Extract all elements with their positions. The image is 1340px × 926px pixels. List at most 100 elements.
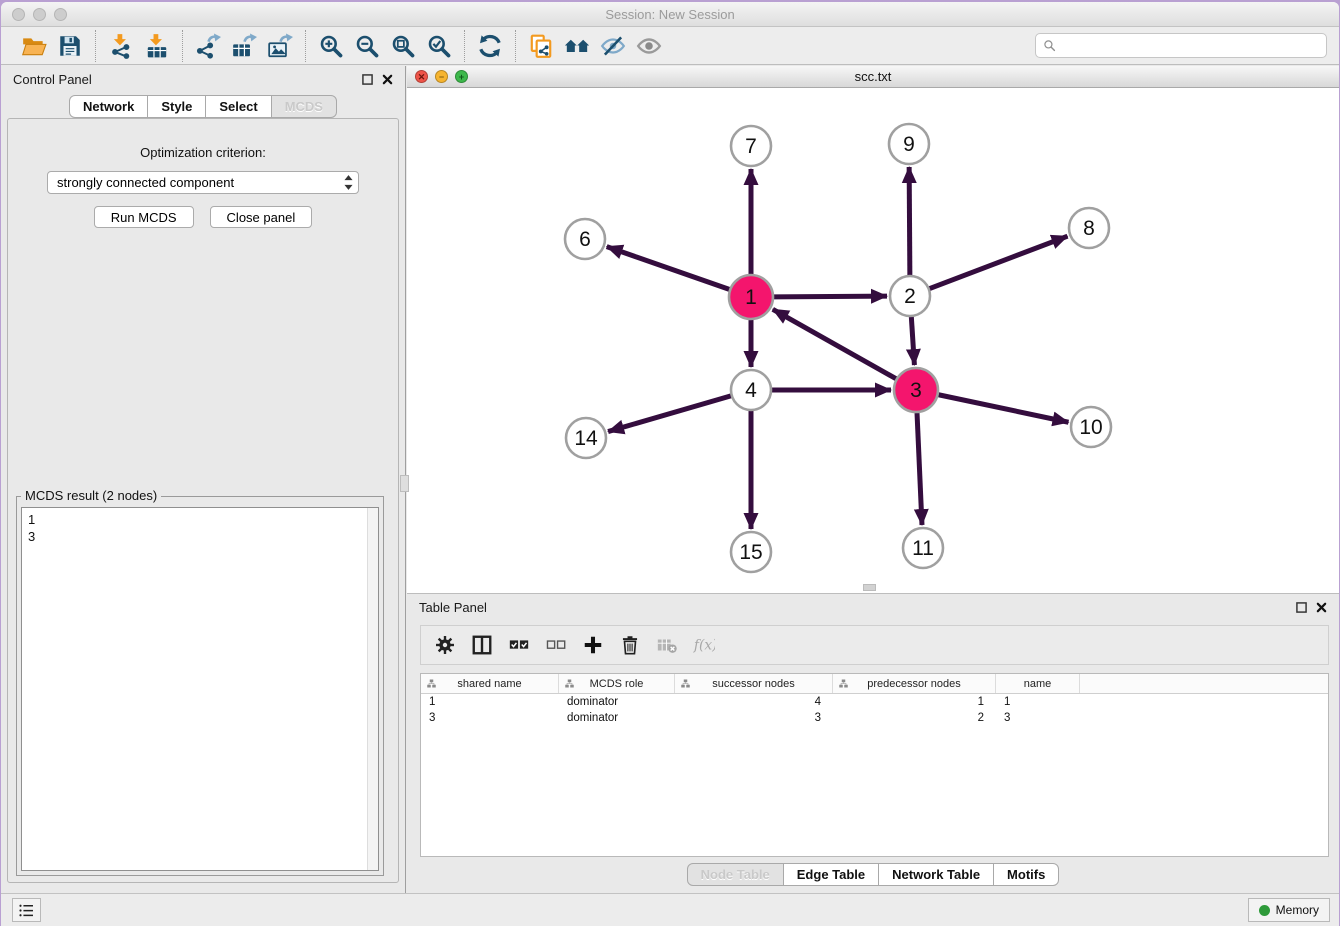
column-label: MCDS role [590, 678, 644, 690]
network-maximize-icon[interactable]: + [455, 70, 468, 83]
tab-style[interactable]: Style [147, 95, 206, 118]
graph-node-15[interactable]: 15 [731, 532, 771, 572]
column-header-mcds-role[interactable]: MCDS role [559, 674, 675, 693]
tab-network[interactable]: Network [69, 95, 148, 118]
zoom-fit-button[interactable] [387, 31, 419, 61]
minimize-window-icon[interactable] [33, 8, 46, 21]
table-cell: 4 [675, 694, 833, 710]
graph-node-10[interactable]: 10 [1071, 407, 1111, 447]
graph-node-7[interactable]: 7 [731, 126, 771, 166]
tab-select[interactable]: Select [205, 95, 271, 118]
graph-edge-3-1[interactable] [773, 309, 896, 378]
zoom-out-icon [354, 33, 380, 59]
task-history-button[interactable] [12, 898, 41, 922]
graph-edge-1-6[interactable] [607, 247, 730, 290]
graph-node-9[interactable]: 9 [889, 124, 929, 164]
close-table-panel-icon[interactable] [1316, 602, 1327, 613]
close-window-icon[interactable] [12, 8, 25, 21]
column-header-predecessor-nodes[interactable]: predecessor nodes [833, 674, 996, 693]
graph-node-14[interactable]: 14 [566, 418, 606, 458]
add-column-button[interactable] [578, 629, 608, 661]
tree-icon [427, 678, 436, 689]
export-image-button[interactable] [264, 31, 296, 61]
export-network-button[interactable] [192, 31, 224, 61]
toolbar-group [95, 30, 182, 62]
column-label: shared name [457, 678, 521, 690]
search-box[interactable] [1035, 33, 1327, 58]
clone-network-button[interactable] [525, 31, 557, 61]
svg-text:1: 1 [745, 286, 757, 309]
search-icon [1043, 39, 1056, 52]
node-table[interactable]: shared name MCDS role successor nodes prede… [420, 673, 1329, 857]
graph-edge-1-2[interactable] [774, 296, 887, 297]
graph-node-2[interactable]: 2 [890, 276, 930, 316]
close-panel-icon[interactable] [382, 74, 393, 85]
graph-node-3[interactable]: 3 [894, 368, 938, 412]
control-panel: Control Panel NetworkStyleSelectMCDS Opt… [1, 66, 406, 893]
table-tab-motifs[interactable]: Motifs [993, 863, 1059, 886]
svg-text:4: 4 [745, 379, 757, 402]
graph-edge-4-14[interactable] [608, 396, 731, 432]
graph-edge-2-8[interactable] [930, 236, 1068, 288]
graph-edge-3-11[interactable] [917, 413, 922, 525]
graph-node-6[interactable]: 6 [565, 219, 605, 259]
network-canvas[interactable]: 7961284314101511 [407, 88, 1339, 593]
network-close-icon[interactable]: ✕ [415, 70, 428, 83]
import-network-button[interactable] [105, 31, 137, 61]
table-tab-network-table[interactable]: Network Table [878, 863, 994, 886]
vertical-splitter-grip[interactable] [400, 475, 409, 492]
network-minimize-icon[interactable]: − [435, 70, 448, 83]
close-panel-button[interactable]: Close panel [210, 206, 313, 228]
table-row[interactable]: 1dominator411 [421, 694, 1328, 710]
column-header-successor-nodes[interactable]: successor nodes [675, 674, 833, 693]
graph-node-1[interactable]: 1 [729, 275, 773, 319]
search-input[interactable] [1061, 38, 1319, 53]
zoom-selected-button[interactable] [423, 31, 455, 61]
zoom-selected-icon [426, 33, 452, 59]
save-session-button[interactable] [54, 31, 86, 61]
graph-edge-2-3[interactable] [911, 317, 914, 365]
mcds-result-lines: 13 [28, 511, 372, 545]
table-cell: 1 [421, 694, 559, 710]
column-label: successor nodes [712, 678, 795, 690]
delete-column-button[interactable] [615, 629, 645, 661]
search-area [1035, 33, 1331, 58]
open-session-button[interactable] [18, 31, 50, 61]
float-table-panel-icon[interactable] [1296, 602, 1307, 613]
select-all-rows-button[interactable] [504, 629, 534, 661]
deselect-all-rows-button[interactable] [541, 629, 571, 661]
first-neighbors-button[interactable] [561, 31, 593, 61]
memory-button[interactable]: Memory [1248, 898, 1330, 922]
column-header-name[interactable]: name [996, 674, 1080, 693]
show-columns-button[interactable] [467, 629, 497, 661]
zoom-out-button[interactable] [351, 31, 383, 61]
zoom-in-button[interactable] [315, 31, 347, 61]
graph-node-11[interactable]: 11 [903, 528, 943, 568]
node-table-body: 1dominator4113dominator323 [421, 694, 1328, 726]
tab-mcds[interactable]: MCDS [271, 95, 337, 118]
table-row[interactable]: 3dominator323 [421, 710, 1328, 726]
graph-edge-3-10[interactable] [939, 395, 1069, 422]
graph-node-8[interactable]: 8 [1069, 208, 1109, 248]
hide-selected-button[interactable] [597, 31, 629, 61]
table-tab-node-table[interactable]: Node Table [687, 863, 784, 886]
zoom-in-icon [318, 33, 344, 59]
graph-node-4[interactable]: 4 [731, 370, 771, 410]
mcds-result-list[interactable]: 13 [21, 507, 379, 871]
show-all-button[interactable] [633, 31, 665, 61]
refresh-layout-button[interactable] [474, 31, 506, 61]
table-panel-title: Table Panel [419, 600, 487, 615]
graph-edge-2-9[interactable] [909, 167, 910, 275]
maximize-window-icon[interactable] [54, 8, 67, 21]
import-table-button[interactable] [141, 31, 173, 61]
network-window-titlebar: ✕ − + scc.txt [407, 66, 1339, 88]
horizontal-splitter-grip[interactable] [863, 584, 876, 591]
table-options-button[interactable] [430, 629, 460, 661]
column-header-shared-name[interactable]: shared name [421, 674, 559, 693]
run-mcds-button[interactable]: Run MCDS [94, 206, 194, 228]
result-scrollbar[interactable] [367, 508, 378, 870]
criterion-select[interactable]: strongly connected component [47, 171, 359, 194]
float-panel-icon[interactable] [362, 74, 373, 85]
table-tab-edge-table[interactable]: Edge Table [783, 863, 879, 886]
export-table-button[interactable] [228, 31, 260, 61]
